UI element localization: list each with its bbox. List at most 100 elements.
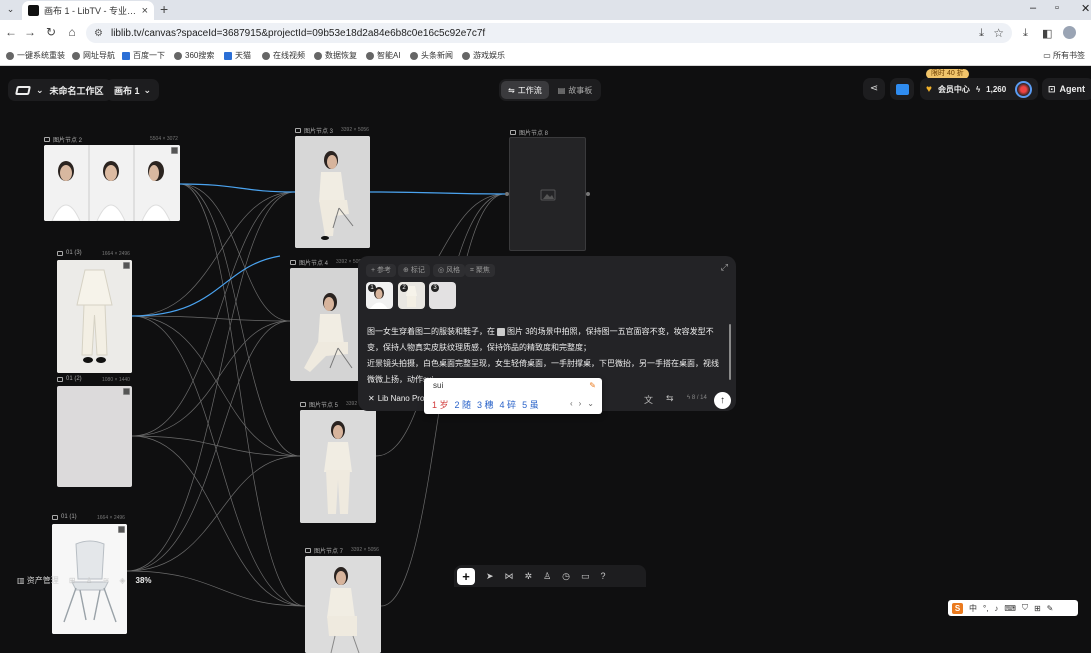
forward-icon[interactable]: → xyxy=(22,25,38,39)
avatar[interactable] xyxy=(1015,80,1032,98)
help-icon[interactable]: ? xyxy=(601,571,606,581)
assets-button[interactable]: ▥ 资产管理 xyxy=(17,575,59,586)
image-node-4[interactable] xyxy=(290,268,360,381)
bookmark-item[interactable]: 数据恢复 xyxy=(314,50,357,61)
pen-icon[interactable]: ✎ xyxy=(1047,604,1054,613)
back-icon[interactable]: ← xyxy=(3,25,19,39)
focus-chip[interactable]: ⌗ 聚焦 xyxy=(465,264,495,277)
node-menu-icon[interactable] xyxy=(118,526,125,533)
workflow-icon: ⇋ xyxy=(508,85,515,95)
output-port[interactable] xyxy=(586,192,590,196)
shirt-icon[interactable]: ⛉ xyxy=(1022,603,1028,613)
sogou-icon[interactable]: S xyxy=(952,602,963,614)
history-icon[interactable]: ◷ xyxy=(562,571,570,582)
bookmark-star-icon[interactable]: ☆ xyxy=(993,26,1004,40)
image-placeholder-icon xyxy=(540,189,556,201)
add-node-button[interactable]: + xyxy=(457,567,475,585)
bookmark-item[interactable]: 在线视频 xyxy=(262,50,305,61)
browser-tab-active[interactable]: 画布 1 - LibTV - 专业视频创作 × xyxy=(22,1,154,20)
mark-chip[interactable]: ⊕ 标记 xyxy=(398,264,430,277)
tab-workflow[interactable]: ⇋ 工作流 xyxy=(501,81,549,99)
reference-thumb-3[interactable]: 3 xyxy=(429,282,456,309)
keyboard-icon[interactable]: ⌨ xyxy=(1004,604,1016,613)
member-center-group[interactable]: ♥ 会员中心 ϟ 1,260 xyxy=(920,78,1038,100)
tab-storyboard[interactable]: ▤ 故事板 xyxy=(551,81,600,99)
node-menu-icon[interactable] xyxy=(123,388,130,395)
bookmark-item[interactable]: 天猫 xyxy=(224,50,251,61)
bookmark-item[interactable]: 一键系统重装 xyxy=(6,50,65,61)
bookmark-item[interactable]: 网址导航 xyxy=(72,50,115,61)
profile-avatar[interactable] xyxy=(1063,26,1076,39)
bookmark-item[interactable]: 智能AI xyxy=(366,50,401,61)
node-menu-icon[interactable] xyxy=(123,262,130,269)
image-icon xyxy=(44,137,50,142)
member-center-label: 会员中心 xyxy=(937,84,970,94)
reload-icon[interactable]: ↻ xyxy=(43,25,59,39)
user-icon[interactable]: ♙ xyxy=(86,576,93,585)
reference-thumb-2[interactable]: 2 xyxy=(398,282,425,309)
expand-icon[interactable]: ⤢ xyxy=(721,262,728,273)
select-pointer-icon[interactable]: ➤ xyxy=(486,571,494,582)
apps-grid-icon[interactable]: ⊞ xyxy=(1034,604,1041,613)
share-button[interactable]: ⋖ xyxy=(863,78,885,100)
ime-candidate[interactable]: 1 岁 xyxy=(432,398,449,411)
zoom-level[interactable]: 38% xyxy=(136,576,152,585)
tab-close-icon[interactable]: × xyxy=(142,5,148,17)
image-node-3[interactable] xyxy=(295,136,370,248)
bookmark-item[interactable]: 360搜索 xyxy=(174,50,214,61)
new-tab-button[interactable]: + xyxy=(160,1,168,17)
agent-button[interactable]: ⊡ Agent xyxy=(1042,78,1091,100)
window-close-icon[interactable]: ✕ xyxy=(1081,2,1090,15)
add-reference-chip[interactable]: + 参考 xyxy=(366,264,397,277)
ime-next-icon[interactable]: › xyxy=(579,399,582,408)
site-settings-icon[interactable]: ⚙ xyxy=(94,28,103,39)
ime-candidate[interactable]: 5 虽 xyxy=(522,398,539,411)
reference-thumb-1[interactable]: 1 xyxy=(366,282,393,309)
bookmark-item[interactable]: 头条新闻 xyxy=(410,50,453,61)
image-node-5[interactable] xyxy=(300,410,376,523)
download-icon[interactable]: ⤓ xyxy=(979,27,984,40)
effects-icon[interactable]: ✲ xyxy=(525,571,533,582)
canvas-switcher[interactable]: 画布 1 ⌄ xyxy=(106,79,160,101)
url-field[interactable]: ⚙ liblib.tv/canvas?spaceId=3687915&proje… xyxy=(86,23,1012,43)
bookmark-item[interactable]: 游戏娱乐 xyxy=(462,50,505,61)
ime-prev-icon[interactable]: ‹ xyxy=(570,399,573,408)
ime-candidate[interactable]: 4 碎 xyxy=(500,398,517,411)
ime-candidate[interactable]: 3 穗 xyxy=(477,398,494,411)
punctuation-icon[interactable]: °, xyxy=(983,604,988,613)
all-bookmarks[interactable]: ▭ 所有书签 xyxy=(1043,50,1085,61)
ime-candidate[interactable]: 2 随 xyxy=(455,398,472,411)
grid-icon[interactable]: ⊞ xyxy=(69,576,76,585)
image-node-01-3[interactable] xyxy=(57,260,132,373)
minimize-icon[interactable]: – xyxy=(1030,2,1036,14)
bookmark-item[interactable]: 百度一下 xyxy=(122,50,165,61)
node-menu-icon[interactable] xyxy=(171,147,178,154)
settings-toggle-icon[interactable]: ⇆ xyxy=(666,393,674,404)
map-icon[interactable]: ◈ xyxy=(119,576,125,585)
image-node-01-2[interactable] xyxy=(57,386,132,487)
layers-icon[interactable]: ≋ xyxy=(103,576,110,585)
home-icon[interactable]: ⌂ xyxy=(64,25,80,39)
subtitle-icon[interactable]: ▭ xyxy=(581,571,590,582)
model-selector[interactable]: ✕ Lib Nano Pro xyxy=(368,394,424,403)
tab-search-chevron-icon[interactable]: ⌄ xyxy=(4,3,17,16)
microphone-icon[interactable]: ♪ xyxy=(994,604,998,613)
image-node-8-placeholder[interactable] xyxy=(509,137,586,251)
person-icon[interactable]: ♙ xyxy=(543,571,551,582)
image-node-7[interactable] xyxy=(305,556,381,653)
style-chip[interactable]: ◎ 风格 xyxy=(433,264,466,277)
style-icon: ◎ xyxy=(438,267,445,274)
canvas-app[interactable]: ⌄ 未命名工作区 画布 1 ⌄ ⇋ 工作流 ▤ 故事板 ⋖ 限时 40 折 ♥ 会员… xyxy=(0,66,1091,653)
translate-icon[interactable]: 文 xyxy=(644,393,653,406)
prompt-scrollbar[interactable] xyxy=(729,324,731,380)
ime-lang[interactable]: 中 xyxy=(969,603,977,614)
store-button[interactable] xyxy=(890,78,914,100)
sidebar-icon[interactable]: ◧ xyxy=(1042,27,1052,40)
ime-expand-icon[interactable]: ⌄ xyxy=(587,399,594,408)
downloads-icon[interactable]: ⤓ xyxy=(1023,27,1028,40)
send-button[interactable]: ↑ xyxy=(714,392,731,409)
image-node-2[interactable] xyxy=(44,145,180,221)
workspace-switcher[interactable]: ⌄ 未命名工作区 xyxy=(8,79,112,101)
restore-icon[interactable]: ▫ xyxy=(1055,2,1059,14)
share-node-icon[interactable]: ⋈ xyxy=(505,571,514,582)
